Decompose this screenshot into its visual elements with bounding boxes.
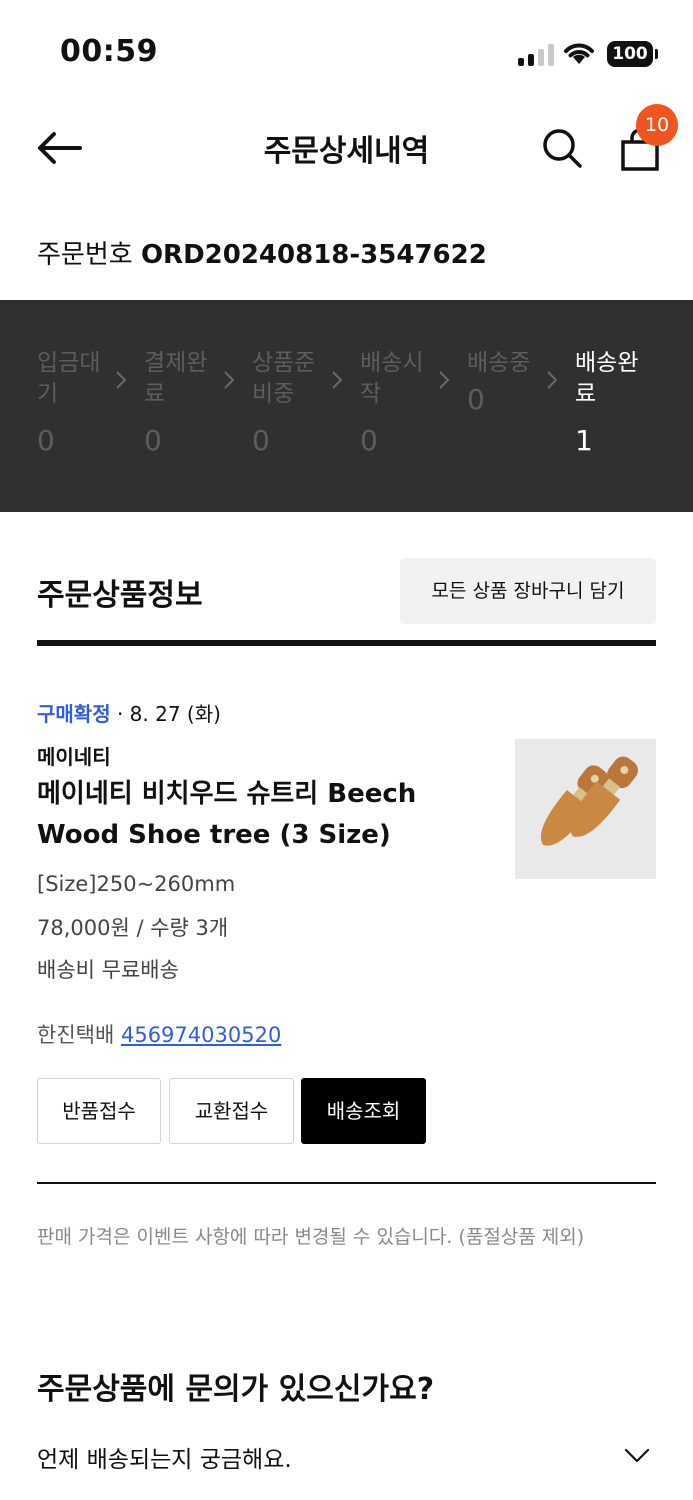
item-divider bbox=[37, 1182, 656, 1184]
status-time: 00:59 bbox=[60, 34, 158, 69]
battery-tip bbox=[655, 49, 658, 59]
purchase-confirmed-badge: 구매확정 bbox=[37, 702, 111, 726]
search-icon[interactable] bbox=[540, 126, 584, 170]
section-title-order-products: 주문상품정보 bbox=[37, 578, 203, 613]
cart-count-badge: 10 bbox=[636, 104, 678, 146]
progress-step-in-transit: 배송중 0 bbox=[467, 348, 547, 416]
purchase-date: · 8. 27 (화) bbox=[110, 702, 221, 726]
step-count: 0 bbox=[144, 424, 162, 457]
progress-step-shipping-started: 배송시작 0 bbox=[360, 348, 440, 457]
faq-item-delivery-time[interactable]: 언제 배송되는지 궁금해요. bbox=[37, 1440, 292, 1474]
step-count: 0 bbox=[467, 383, 485, 416]
signal-icon bbox=[518, 44, 554, 66]
step-label: 입금대기 bbox=[37, 350, 101, 407]
chevron-right-icon bbox=[332, 371, 343, 389]
track-delivery-button[interactable]: 배송조회 bbox=[301, 1078, 426, 1144]
product-brand[interactable]: 메이네티 bbox=[37, 741, 111, 770]
step-count: 0 bbox=[360, 424, 378, 457]
progress-step-preparing: 상품준비중 0 bbox=[252, 348, 332, 457]
progress-step-payment-complete: 결제완료 0 bbox=[144, 348, 224, 457]
inquiry-section-title: 주문상품에 문의가 있으신가요? bbox=[37, 1372, 435, 1407]
chevron-right-icon bbox=[224, 371, 235, 389]
page-title: 주문상세내역 bbox=[263, 134, 430, 169]
product-image[interactable] bbox=[515, 739, 656, 879]
shipping-fee: 배송비 무료배송 bbox=[37, 958, 179, 982]
exchange-request-button[interactable]: 교환접수 bbox=[169, 1078, 294, 1144]
tracking-number-link[interactable]: 456974030520 bbox=[121, 1023, 281, 1047]
step-label: 상품준비중 bbox=[252, 350, 316, 407]
shoe-tree-image bbox=[540, 756, 638, 846]
product-name[interactable]: 메이네티 비치우드 슈트리 Beech Wood Shoe tree (3 Si… bbox=[37, 774, 487, 856]
step-label: 배송시작 bbox=[360, 350, 424, 407]
progress-step-awaiting-deposit: 입금대기 0 bbox=[37, 348, 117, 457]
step-count: 0 bbox=[252, 424, 270, 457]
status-bar: 00:59 100 bbox=[0, 0, 693, 100]
step-count: 1 bbox=[575, 424, 593, 457]
product-option: [Size]250~260mm bbox=[37, 872, 236, 896]
order-number-label: 주문번호 bbox=[37, 240, 133, 270]
product-price-quantity: 78,000원 / 수량 3개 bbox=[37, 916, 229, 940]
chevron-right-icon bbox=[116, 371, 127, 389]
chevron-right-icon bbox=[547, 371, 558, 389]
order-number: 주문번호 ORD20240818-3547622 bbox=[37, 234, 487, 271]
chevron-right-icon bbox=[439, 371, 450, 389]
section-divider bbox=[37, 640, 656, 646]
step-label: 배송완료 bbox=[575, 350, 639, 407]
wifi-icon bbox=[564, 43, 594, 64]
chevron-down-icon[interactable] bbox=[624, 1448, 650, 1464]
order-number-value: ORD20240818-3547622 bbox=[140, 240, 487, 270]
add-all-to-cart-button[interactable]: 모든 상품 장바구니 담기 bbox=[400, 558, 656, 624]
step-label: 결제완료 bbox=[144, 350, 208, 407]
step-label: 배송중 bbox=[467, 350, 531, 376]
progress-step-delivered: 배송완료 1 bbox=[575, 348, 655, 457]
top-app-bar: 주문상세내역 bbox=[0, 100, 693, 196]
carrier-info: 한진택배 456974030520 bbox=[37, 1019, 281, 1049]
step-count: 0 bbox=[37, 424, 55, 457]
order-progress-panel: 입금대기 0 결제완료 0 상품준비중 0 배송시작 0 배송중 0 배송완료 … bbox=[0, 300, 693, 512]
price-notice: 판매 가격은 이벤트 사항에 따라 변경될 수 있습니다. (품절상품 제외) bbox=[37, 1226, 585, 1248]
purchase-status-line: 구매확정 · 8. 27 (화) bbox=[37, 698, 221, 727]
return-request-button[interactable]: 반품접수 bbox=[37, 1078, 161, 1144]
carrier-name: 한진택배 bbox=[37, 1023, 115, 1047]
battery-indicator: 100 bbox=[607, 41, 653, 67]
